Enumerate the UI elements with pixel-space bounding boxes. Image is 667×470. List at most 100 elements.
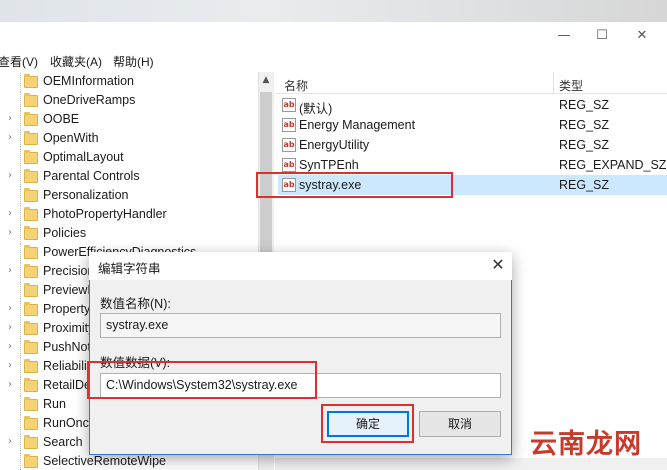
tree-item-label: SelectiveRemoteWipe [43, 454, 166, 468]
folder-icon [24, 207, 38, 221]
folder-icon [24, 226, 38, 240]
background-strip [0, 0, 667, 22]
expand-chevron-icon[interactable]: › [8, 265, 12, 276]
folder-icon [24, 74, 38, 88]
tree-item[interactable]: › PhotoPropertyHandler [0, 206, 258, 225]
expand-chevron-icon[interactable]: › [8, 113, 12, 124]
tree-guide-line [20, 320, 21, 339]
values-column-header [275, 72, 667, 94]
tree-item-label: OOBE [43, 112, 80, 126]
folder-icon [24, 131, 38, 145]
tree-guide-line [20, 225, 21, 244]
value-name: EnergyUtility [299, 138, 370, 152]
minimize-icon[interactable]: — [544, 26, 584, 46]
close-window-icon[interactable]: ✕ [622, 26, 662, 46]
tree-guide-line [20, 149, 21, 168]
tree-guide-line [20, 168, 21, 187]
tree-item-label: PhotoPropertyHandler [43, 207, 167, 221]
expand-chevron-icon[interactable]: › [8, 436, 12, 447]
folder-icon [24, 169, 38, 183]
tree-guide-line [20, 301, 21, 320]
maximize-icon[interactable]: ☐ [582, 26, 622, 46]
value-name-label: 数值名称(N): [100, 297, 171, 311]
expand-chevron-icon[interactable]: › [8, 360, 12, 371]
scroll-up-icon[interactable]: ▲ [258, 72, 274, 88]
folder-icon [24, 302, 38, 316]
folder-icon [24, 321, 38, 335]
tree-item[interactable]: OneDriveRamps [0, 92, 258, 111]
tree-item-label: Search [43, 435, 83, 449]
value-name-field[interactable]: systray.exe [100, 313, 501, 338]
column-divider[interactable] [553, 72, 554, 94]
tree-item-label: Parental Controls [43, 169, 140, 183]
menu-view[interactable]: 查看(V) [0, 53, 38, 70]
dialog-title: 编辑字符串 [98, 262, 161, 276]
watermark-logo: 云南龙网 [530, 429, 642, 460]
value-row[interactable]: ab (默认) REG_SZ [278, 95, 667, 116]
value-type: REG_EXPAND_SZ [559, 158, 667, 172]
tree-guide-line [20, 339, 21, 358]
highlight-box-value-data [87, 361, 317, 399]
value-type: REG_SZ [559, 138, 610, 152]
tree-guide-line [20, 73, 21, 92]
expand-chevron-icon[interactable]: › [8, 132, 12, 143]
expand-chevron-icon[interactable]: › [8, 208, 12, 219]
string-value-icon: ab [282, 98, 296, 112]
tree-item-label: Personalization [43, 188, 129, 202]
tree-guide-line [20, 206, 21, 225]
tree-item-label: OpenWith [43, 131, 99, 145]
expand-chevron-icon[interactable]: › [8, 341, 12, 352]
tree-item[interactable]: OEMInformation [0, 73, 258, 92]
tree-item[interactable]: OptimalLayout [0, 149, 258, 168]
folder-icon [24, 283, 38, 297]
value-row[interactable]: ab EnergyUtility REG_SZ [278, 135, 667, 155]
menu-help[interactable]: 帮助(H) [113, 53, 154, 70]
tree-guide-line [20, 92, 21, 111]
folder-icon [24, 359, 38, 373]
tree-item[interactable]: › OpenWith [0, 130, 258, 149]
tree-guide-line [20, 187, 21, 206]
folder-icon [24, 93, 38, 107]
expand-chevron-icon[interactable]: › [8, 379, 12, 390]
value-type: REG_SZ [559, 98, 610, 112]
tree-item-label: OneDriveRamps [43, 93, 136, 107]
folder-icon [24, 188, 38, 202]
expand-chevron-icon[interactable]: › [8, 170, 12, 181]
expand-chevron-icon[interactable]: › [8, 227, 12, 238]
expand-chevron-icon[interactable]: › [8, 322, 12, 333]
folder-icon [24, 340, 38, 354]
column-name-header[interactable]: 名称 [284, 77, 308, 94]
string-value-icon: ab [282, 138, 296, 152]
value-row[interactable]: ab Energy Management REG_SZ [278, 115, 667, 135]
folder-icon [24, 378, 38, 392]
tree-item[interactable]: › OOBE [0, 111, 258, 130]
tree-item[interactable]: Personalization [0, 187, 258, 206]
tree-guide-line [20, 244, 21, 263]
tree-item-label: OEMInformation [43, 74, 135, 88]
folder-icon [24, 112, 38, 126]
expand-chevron-icon[interactable]: › [8, 303, 12, 314]
tree-guide-line [20, 130, 21, 149]
tree-item-label: Proximity [43, 321, 95, 335]
tree-guide-line [20, 358, 21, 377]
tree-item[interactable]: SelectiveRemoteWipe [0, 453, 258, 470]
folder-icon [24, 245, 38, 259]
folder-icon [24, 264, 38, 278]
tree-item-label: Run [43, 397, 66, 411]
tree-guide-line [20, 282, 21, 301]
tree-guide-line [20, 263, 21, 282]
cancel-button[interactable]: 取消 [419, 411, 501, 437]
value-type: REG_SZ [559, 178, 610, 192]
tree-item[interactable]: › Policies [0, 225, 258, 244]
tree-item[interactable]: › Parental Controls [0, 168, 258, 187]
string-value-icon: ab [282, 158, 296, 172]
tree-guide-line [20, 453, 21, 470]
column-type-header[interactable]: 类型 [559, 77, 583, 94]
menu-favorites[interactable]: 收藏夹(A) [50, 53, 102, 70]
highlight-box-selected-value [256, 172, 453, 198]
highlight-box-ok [321, 404, 414, 443]
tree-item-label: Policies [43, 226, 87, 240]
tree-guide-line [20, 434, 21, 453]
folder-icon [24, 454, 38, 468]
dialog-close-icon[interactable]: ✕ [487, 254, 509, 276]
